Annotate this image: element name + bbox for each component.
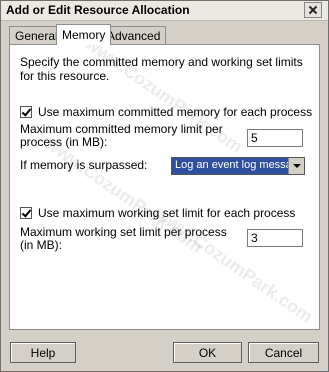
- working-set-checkbox[interactable]: [20, 207, 32, 219]
- watermark: www.CozumPark.com: [151, 203, 317, 328]
- tab-memory[interactable]: Memory: [56, 24, 112, 45]
- close-icon[interactable]: [304, 2, 322, 18]
- chevron-down-icon[interactable]: [288, 158, 304, 174]
- help-button[interactable]: Help: [10, 342, 76, 363]
- working-limit-input[interactable]: [247, 229, 303, 247]
- committed-limit-input[interactable]: [247, 129, 303, 147]
- committed-memory-checkbox-label: Use maximum committed memory for each pr…: [38, 105, 313, 119]
- title-bar: Add or Edit Resource Allocation: [1, 1, 328, 21]
- memory-description: Specify the committed memory and working…: [20, 55, 303, 83]
- cancel-button[interactable]: Cancel: [248, 342, 319, 363]
- ok-button[interactable]: OK: [173, 342, 242, 363]
- window-title: Add or Edit Resource Allocation: [6, 3, 190, 17]
- working-set-checkbox-label: Use maximum working set limit for each p…: [38, 206, 296, 220]
- surpassed-label: If memory is surpassed:: [20, 158, 148, 172]
- surpassed-action-value: Log an event log message: [175, 159, 305, 171]
- committed-limit-label: Maximum committed memory limit per proce…: [20, 122, 223, 149]
- surpassed-action-select[interactable]: Log an event log message: [171, 157, 305, 175]
- committed-memory-checkbox[interactable]: [20, 106, 32, 118]
- resource-allocation-dialog: Add or Edit Resource Allocation General …: [0, 0, 329, 372]
- memory-tab-panel: Specify the committed memory and working…: [9, 33, 320, 330]
- working-limit-label: Maximum working set limit per process (i…: [20, 225, 227, 252]
